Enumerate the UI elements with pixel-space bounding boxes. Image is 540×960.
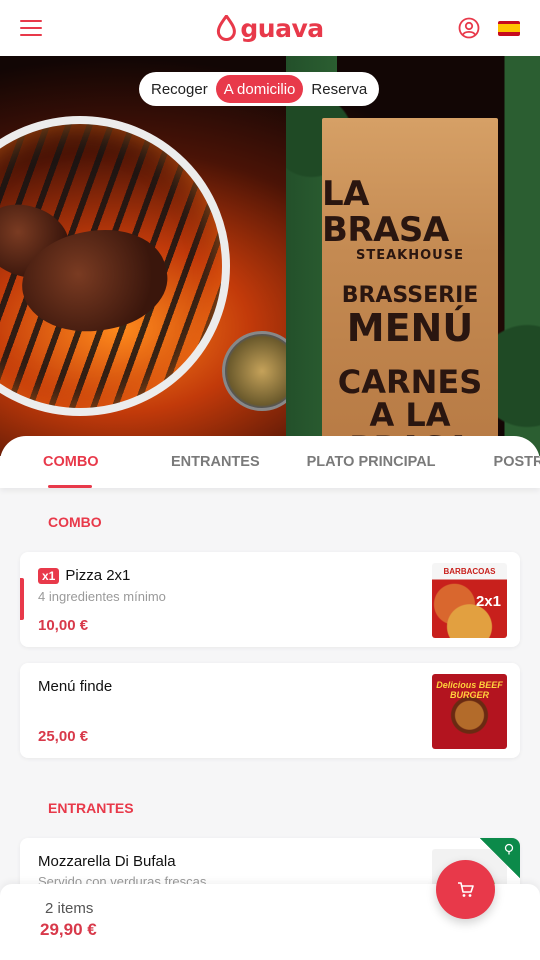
quantity-badge: x1 <box>38 567 60 584</box>
board-subtitle: STEAKHOUSE <box>356 248 464 263</box>
section-title-combo: COMBO <box>48 514 102 530</box>
product-card-menu-finde[interactable]: Menú finde 25,00 € Delicious BEEF BURGER <box>20 663 520 758</box>
product-price: 10,00 € <box>38 617 89 634</box>
mode-recoger[interactable]: Recoger <box>143 75 216 103</box>
menu-board: LA BRASA STEAKHOUSE BRASSERIE MENÚ CARNE… <box>322 118 498 456</box>
cart-items-count: 2 items <box>45 900 94 917</box>
user-circle-icon[interactable] <box>458 17 480 39</box>
product-price: 25,00 € <box>38 728 89 745</box>
mode-a-domicilio[interactable]: A domicilio <box>215 75 304 103</box>
product-name: Pizza 2x1 <box>65 567 131 584</box>
tab-combo[interactable]: COMBO <box>43 436 99 488</box>
product-name: Mozzarella Di Bufala <box>38 853 176 870</box>
tab-postre[interactable]: POSTRE <box>494 436 540 488</box>
app-header: guava <box>0 0 540 56</box>
board-line-carnes: CARNES <box>337 363 483 401</box>
board-line-brasserie: BRASSERIE <box>341 283 479 308</box>
cart-total: 29,90 € <box>40 920 97 939</box>
in-cart-indicator <box>20 578 24 620</box>
hamburger-icon[interactable] <box>20 20 42 36</box>
product-image: Delicious BEEF BURGER <box>432 674 507 749</box>
product-image: BARBACOAS 2x1 <box>432 563 507 638</box>
order-mode-toggle: Recoger A domicilio Reserva <box>139 72 380 106</box>
board-title: LA BRASA <box>322 174 449 250</box>
image-badge: 2x1 <box>475 593 501 610</box>
cart-icon <box>457 881 474 897</box>
product-name: Menú finde <box>38 678 113 695</box>
section-title-entrantes: ENTRANTES <box>48 800 134 816</box>
category-tabs: COMBO ENTRANTES PLATO PRINCIPAL POSTRE <box>0 436 540 488</box>
brand-drop-icon <box>216 15 236 41</box>
product-card-pizza[interactable]: x1 Pizza 2x1 4 ingredientes mínimo 10,00… <box>20 552 520 647</box>
spain-flag-icon[interactable] <box>498 20 520 36</box>
image-caption: BARBACOAS <box>443 567 496 576</box>
tab-plato-principal[interactable]: PLATO PRINCIPAL <box>307 436 436 488</box>
brand-name: guava <box>240 13 324 43</box>
product-description: 4 ingredientes mínimo <box>38 589 166 604</box>
board-line-menu: MENÚ <box>346 306 474 350</box>
brand-logo[interactable]: guava <box>216 13 324 43</box>
hero-banner: LA BRASA STEAKHOUSE BRASSERIE MENÚ CARNE… <box>0 56 540 456</box>
cart-button[interactable] <box>436 860 495 919</box>
image-caption: Delicious BEEF BURGER <box>436 680 503 700</box>
tab-entrantes[interactable]: ENTRANTES <box>171 436 260 488</box>
mode-reserva[interactable]: Reserva <box>303 75 375 103</box>
